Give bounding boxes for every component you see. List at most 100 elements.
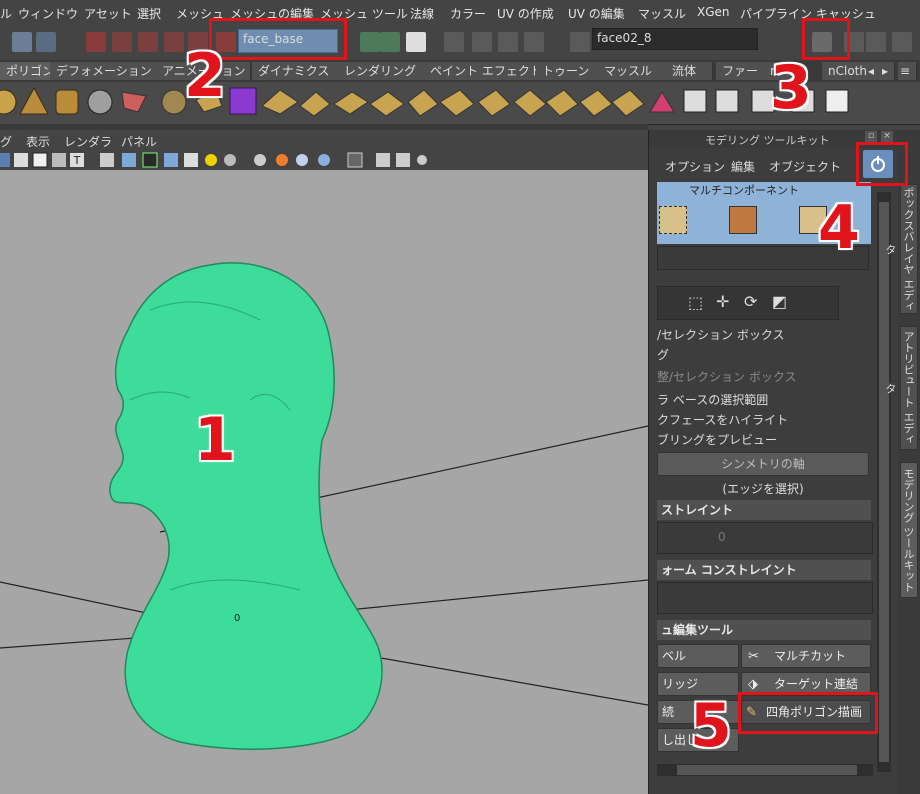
tab-muscle[interactable]: マッスル xyxy=(598,62,669,80)
checker-icon-2[interactable] xyxy=(715,89,739,113)
plane-icon-3[interactable] xyxy=(333,91,369,115)
tab-dynamics[interactable]: ダイナミクス xyxy=(252,62,341,80)
plane-icon-7[interactable] xyxy=(477,89,511,117)
transform-constraint-section-header[interactable]: ォーム コンストレイント xyxy=(657,560,871,580)
menu-item-uv-create[interactable]: UV の作成 xyxy=(497,5,554,22)
history-output-icon[interactable] xyxy=(380,32,400,52)
menu-item-0[interactable]: ル xyxy=(0,5,12,22)
textured-icon[interactable] xyxy=(52,153,66,167)
plane-icon-8[interactable] xyxy=(513,89,547,117)
menu-item-color[interactable]: カラー xyxy=(450,5,486,22)
ipr-render-icon[interactable] xyxy=(498,32,518,52)
plane-icon-2[interactable] xyxy=(299,91,331,117)
scale-tool-icon[interactable]: ◩ xyxy=(772,292,787,311)
toolkit-menu-object[interactable]: オブジェクト xyxy=(769,158,841,175)
purple-cube-icon[interactable] xyxy=(229,87,257,115)
antialias-icon[interactable] xyxy=(318,154,330,166)
quick-select-field[interactable]: face02_8 xyxy=(592,28,758,50)
viewport-menu-panels[interactable]: パネル xyxy=(121,133,157,150)
light-icon[interactable] xyxy=(205,154,217,166)
option-preview-bubbling[interactable]: ブリングをプレビュー xyxy=(657,431,777,448)
vertical-scrollbar[interactable] xyxy=(877,192,891,772)
ambient-occlusion-icon[interactable] xyxy=(276,154,288,166)
vertex-select-icon[interactable] xyxy=(659,206,687,234)
camera-attr-icon[interactable] xyxy=(254,154,266,166)
snap-curve-magnet-icon[interactable] xyxy=(112,32,132,52)
select-hierarchy-icon[interactable] xyxy=(12,32,32,52)
snap-view-magnet-icon[interactable] xyxy=(164,32,184,52)
smooth-shade-icon[interactable] xyxy=(14,153,28,167)
multi-cut-button[interactable]: ✂ マルチカット xyxy=(741,644,871,668)
grid-toggle-icon[interactable] xyxy=(347,152,363,168)
plane-icon-11[interactable] xyxy=(611,89,645,117)
face-select-icon[interactable] xyxy=(729,206,757,234)
film-gate-icon[interactable] xyxy=(396,153,410,167)
layer-editor-toggle-icon[interactable] xyxy=(892,32,912,52)
menu-item-select[interactable]: 選択 xyxy=(137,5,161,22)
polygon-cone-icon[interactable] xyxy=(19,86,49,115)
render-current-frame-icon[interactable] xyxy=(472,32,492,52)
tab-rendering[interactable]: レンダリング xyxy=(338,62,431,80)
toolkit-menu-edit[interactable]: 編集 xyxy=(731,158,755,175)
head-mesh[interactable] xyxy=(109,262,383,750)
checker-icon-5[interactable] xyxy=(825,89,849,113)
smooth-icon[interactable] xyxy=(161,89,187,115)
render-view-icon[interactable] xyxy=(444,32,464,52)
cube-view-icon[interactable] xyxy=(100,153,114,167)
constraint-section-header[interactable]: ストレイント xyxy=(657,500,871,520)
menu-item-assets[interactable]: アセット xyxy=(84,5,132,22)
mesh-edit-tools-section-header[interactable]: ュ編集ツール xyxy=(657,620,871,640)
shelf-scroll-right-icon[interactable]: ▸ xyxy=(880,62,895,80)
horizontal-scroll-thumb[interactable] xyxy=(677,765,857,775)
tab-fluids[interactable]: 流体 xyxy=(666,62,713,80)
isolate-select-icon[interactable] xyxy=(122,153,136,167)
plane-icon-9[interactable] xyxy=(545,89,579,117)
constraint-field[interactable]: 0 xyxy=(657,522,873,554)
snap-point-magnet-icon[interactable] xyxy=(138,32,158,52)
option-highlight-backfaces[interactable]: クフェースをハイライト xyxy=(657,411,788,428)
tool-settings-toggle-icon[interactable] xyxy=(866,32,886,52)
tab-paint-effects[interactable]: ペイント エフェクト xyxy=(424,62,542,80)
option-adjust-selection-box[interactable]: 整/セレクション ボックス xyxy=(657,368,797,385)
wire-on-shaded-icon[interactable] xyxy=(32,152,48,168)
toolkit-menu-options[interactable]: オプション xyxy=(665,158,725,175)
viewport-menu-shading[interactable]: グ xyxy=(0,133,12,150)
option-selection-box[interactable]: /セレクション ボックス xyxy=(657,326,785,343)
menu-item-uv-edit[interactable]: UV の編集 xyxy=(568,5,625,22)
shadow-icon[interactable] xyxy=(224,154,236,166)
tab-ncloth[interactable]: nCloth xyxy=(822,62,871,80)
polygon-sphere-icon[interactable] xyxy=(0,89,17,115)
plane-icon-5[interactable] xyxy=(407,89,439,117)
tab-toon[interactable]: トゥーン xyxy=(536,62,599,80)
text-overlay-icon[interactable]: T xyxy=(70,153,84,167)
side-tab-channel-box[interactable]: ポックスバレイヤ エディタ xyxy=(884,184,918,314)
render-settings-icon[interactable] xyxy=(524,32,544,52)
shelf-scroll-left-icon[interactable]: ◂ xyxy=(866,62,881,80)
shelf-menu-icon[interactable]: ≡ xyxy=(898,62,917,80)
menu-item-window[interactable]: ウィンドウ xyxy=(18,5,78,22)
input-field-mode-icon[interactable] xyxy=(570,32,590,52)
xray-icon[interactable] xyxy=(142,152,158,168)
rotate-tool-icon[interactable]: ⟳ xyxy=(744,292,757,311)
motion-blur-icon[interactable] xyxy=(296,154,308,166)
option-drag[interactable]: グ xyxy=(657,346,669,363)
symmetry-axis-button[interactable]: シンメトリの軸 xyxy=(657,452,869,476)
plane-icon-6[interactable] xyxy=(439,89,475,117)
select-object-icon[interactable] xyxy=(36,32,56,52)
plane-icon-1[interactable] xyxy=(261,89,299,115)
polygon-cylinder-icon[interactable] xyxy=(55,89,79,115)
checker-shade-icon[interactable] xyxy=(184,153,198,167)
menu-item-xgen[interactable]: XGen xyxy=(697,5,730,19)
select-tool-icon[interactable]: ⬚ xyxy=(688,293,703,312)
option-camera-based-selection[interactable]: ラ ベースの選択範囲 xyxy=(657,391,768,408)
history-input-icon[interactable] xyxy=(360,32,380,52)
side-tab-modeling-toolkit[interactable]: モデリング ツールキット xyxy=(900,462,918,598)
tab-deformation[interactable]: デフォメーション xyxy=(50,62,159,80)
plane-icon-4[interactable] xyxy=(369,91,405,117)
wireframe-icon[interactable] xyxy=(0,153,10,167)
transform-constraint-field[interactable] xyxy=(657,582,873,614)
horizontal-scrollbar[interactable] xyxy=(657,764,873,776)
perspective-viewport[interactable]: 0 xyxy=(0,170,648,794)
soft-select-icon[interactable] xyxy=(649,91,675,113)
tab-polygons[interactable]: ポリゴン xyxy=(0,62,54,80)
